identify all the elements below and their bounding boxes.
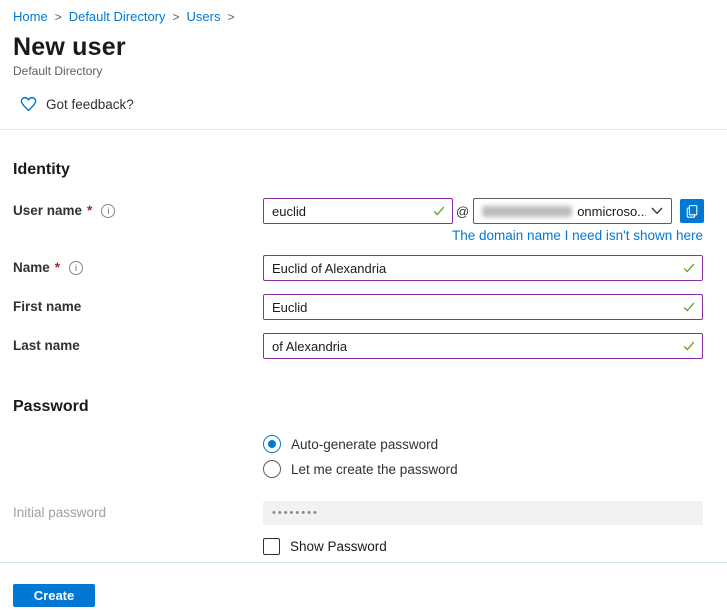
name-label: Name xyxy=(13,260,50,275)
required-asterisk: * xyxy=(54,260,61,275)
breadcrumb: Home > Default Directory > Users > xyxy=(0,0,727,24)
name-label-group: Name * i xyxy=(13,255,263,281)
required-asterisk: * xyxy=(87,203,93,218)
at-symbol: @ xyxy=(456,203,470,219)
first-name-input[interactable] xyxy=(263,294,703,320)
breadcrumb-separator: > xyxy=(172,9,180,24)
username-label: User name xyxy=(13,203,83,218)
breadcrumb-default-directory[interactable]: Default Directory xyxy=(69,9,166,24)
show-password-row: Show Password xyxy=(13,537,727,555)
auto-generate-password-radio[interactable]: Auto-generate password xyxy=(263,435,703,453)
footer: Create xyxy=(0,563,727,607)
toolbar-divider xyxy=(0,129,727,130)
checkbox-unchecked-icon[interactable] xyxy=(263,537,280,555)
last-name-label-group: Last name xyxy=(13,333,263,359)
info-icon[interactable]: i xyxy=(101,204,116,218)
breadcrumb-home[interactable]: Home xyxy=(13,9,48,24)
domain-select[interactable]: onmicroso... xyxy=(473,198,673,224)
show-password-label: Show Password xyxy=(290,538,387,554)
password-heading: Password xyxy=(13,398,89,415)
domain-suffix: onmicroso... xyxy=(577,203,647,219)
username-input[interactable] xyxy=(263,198,453,224)
last-name-label: Last name xyxy=(13,338,80,353)
breadcrumb-users[interactable]: Users xyxy=(187,9,221,24)
page-title: New user xyxy=(13,33,126,61)
create-password-radio[interactable]: Let me create the password xyxy=(263,460,703,478)
identity-heading: Identity xyxy=(13,161,70,178)
info-icon[interactable]: i xyxy=(69,261,84,275)
create-password-label: Let me create the password xyxy=(291,461,458,477)
breadcrumb-separator: > xyxy=(54,9,62,24)
initial-password-label: Initial password xyxy=(13,505,107,520)
username-row: User name * i @ onmicroso... xyxy=(13,198,727,243)
got-feedback-button[interactable]: Got feedback? xyxy=(20,95,134,113)
heart-icon xyxy=(20,96,37,112)
first-name-label: First name xyxy=(13,299,82,314)
username-label-group: User name * i xyxy=(13,198,263,224)
name-input[interactable] xyxy=(263,255,703,281)
chevron-down-icon xyxy=(651,207,663,215)
password-option-row: Let me create the password xyxy=(13,460,727,478)
show-password-checkbox-group[interactable]: Show Password xyxy=(263,537,703,555)
page-subtitle: Default Directory xyxy=(13,64,103,78)
auto-generate-password-label: Auto-generate password xyxy=(291,436,439,452)
radio-unselected-icon xyxy=(263,460,281,478)
breadcrumb-separator: > xyxy=(227,9,235,24)
password-option-row: Auto-generate password xyxy=(13,435,727,453)
name-row: Name * i xyxy=(13,255,727,281)
copy-icon xyxy=(685,204,699,219)
initial-password-row: Initial password •••••••• xyxy=(13,501,727,525)
first-name-row: First name xyxy=(13,294,727,320)
radio-selected-icon xyxy=(263,435,281,453)
copy-icon-button[interactable] xyxy=(680,199,705,223)
create-button[interactable]: Create xyxy=(13,584,95,607)
last-name-row: Last name xyxy=(13,333,727,359)
got-feedback-label: Got feedback? xyxy=(46,96,134,112)
initial-password-field: •••••••• xyxy=(263,501,703,525)
first-name-label-group: First name xyxy=(13,294,263,320)
last-name-input[interactable] xyxy=(263,333,703,359)
redacted-domain-blur xyxy=(482,205,573,217)
domain-not-shown-link[interactable]: The domain name I need isn't shown here xyxy=(263,228,703,243)
